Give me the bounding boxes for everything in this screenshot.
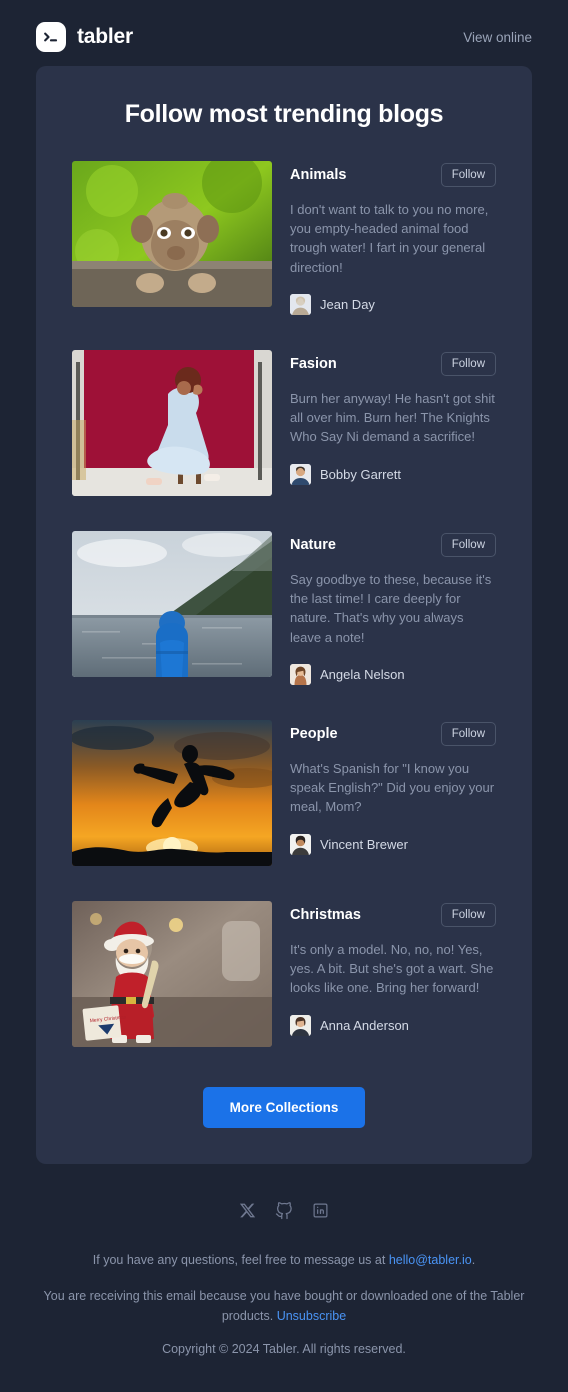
blog-excerpt: What's Spanish for "I know you speak Eng…: [290, 760, 495, 815]
blog-head: Christmas Follow: [290, 902, 496, 927]
blog-head: Animals Follow: [290, 163, 496, 187]
unsubscribe-link[interactable]: Unsubscribe: [277, 1309, 346, 1323]
blog-body: Nature Follow Say goodbye to these, beca…: [290, 531, 496, 685]
author-name: Jean Day: [320, 296, 375, 312]
author-name: Vincent Brewer: [320, 836, 408, 852]
blog-category: Nature: [290, 536, 336, 553]
avatar: [290, 463, 311, 485]
email-header: tabler View online: [0, 0, 568, 66]
email-container: tabler View online Follow most trending …: [0, 0, 568, 1356]
avatar: [290, 663, 311, 685]
blog-list: Animals Follow I don't want to talk to y…: [72, 161, 496, 1047]
blog-excerpt: Burn her anyway! He hasn't got shit all …: [290, 390, 495, 445]
avatar: [290, 1014, 311, 1036]
follow-button[interactable]: Follow: [440, 351, 496, 376]
author-name: Anna Anderson: [320, 1017, 409, 1033]
email-footer: If you have any questions, feel free to …: [0, 1164, 568, 1356]
blog-excerpt: I don't want to talk to you no more, you…: [290, 202, 489, 275]
questions-line: If you have any questions, feel free to …: [30, 1250, 538, 1270]
author-name: Bobby Garrett: [320, 466, 401, 482]
blog-body: Christmas Follow It's only a model. No, …: [290, 901, 496, 1036]
list-item: Merry Christmas Christmas Follow It's on…: [72, 900, 496, 1047]
list-item: Animals Follow I don't want to talk to y…: [72, 161, 496, 315]
avatar: [290, 833, 311, 855]
follow-button[interactable]: Follow: [440, 902, 496, 927]
blog-excerpt: It's only a model. No, no, no! Yes, yes.…: [290, 941, 494, 996]
questions-suffix: .: [471, 1252, 476, 1267]
follow-button[interactable]: Follow: [440, 163, 496, 187]
follow-button[interactable]: Follow: [440, 721, 496, 746]
github-icon[interactable]: [275, 1201, 293, 1220]
author: Anna Anderson: [290, 1014, 496, 1036]
content-card: Follow most trending blogs Animals Follo…: [36, 66, 532, 1164]
linkedin-icon[interactable]: [312, 1202, 329, 1220]
blog-category: Christmas: [290, 906, 361, 923]
social-links: [30, 1201, 538, 1220]
list-item: Nature Follow Say goodbye to these, beca…: [72, 530, 496, 685]
woman-in-blue-dress-red-backdrop-photo[interactable]: [72, 349, 272, 496]
person-in-blue-jacket-by-lake-photo[interactable]: [72, 530, 272, 677]
cta-wrap: More Collections: [72, 1086, 496, 1128]
questions-prefix: If you have any questions, feel free to …: [92, 1252, 389, 1267]
blog-excerpt: Say goodbye to these, because it's the l…: [290, 571, 492, 645]
page-title: Follow most trending blogs: [124, 100, 444, 128]
blog-category: People: [290, 725, 338, 742]
author: Vincent Brewer: [290, 833, 496, 855]
blog-head: People Follow: [290, 721, 496, 746]
author-name: Angela Nelson: [320, 666, 405, 682]
list-item: People Follow What's Spanish for "I know…: [72, 719, 496, 866]
blog-category: Fasion: [290, 355, 337, 372]
x-twitter-icon[interactable]: [239, 1202, 256, 1220]
avatar: [290, 293, 311, 315]
brand-name: tabler: [77, 25, 133, 48]
copyright: Copyright © 2024 Tabler. All rights rese…: [162, 1341, 406, 1356]
list-item: Fasion Follow Burn her anyway! He hasn't…: [72, 349, 496, 496]
terminal-prompt-icon: [36, 22, 66, 52]
contact-email-link[interactable]: hello@tabler.io: [389, 1253, 472, 1267]
blog-body: People Follow What's Spanish for "I know…: [290, 720, 496, 855]
follow-button[interactable]: Follow: [440, 532, 496, 557]
more-collections-button[interactable]: More Collections: [202, 1086, 366, 1128]
jumping-silhouette-sunset-photo[interactable]: [72, 719, 272, 866]
brand: tabler: [36, 22, 133, 52]
author: Bobby Garrett: [290, 463, 496, 485]
blog-body: Animals Follow I don't want to talk to y…: [290, 161, 496, 315]
author: Angela Nelson: [290, 663, 496, 685]
blog-head: Fasion Follow: [290, 351, 496, 376]
santa-claus-toy-figure-photo[interactable]: Merry Christmas: [72, 900, 272, 1047]
blog-head: Nature Follow: [290, 532, 496, 557]
reason-line: You are receiving this email because you…: [34, 1286, 534, 1326]
blog-category: Animals: [290, 167, 347, 183]
blog-body: Fasion Follow Burn her anyway! He hasn't…: [290, 350, 496, 485]
monkey-on-railing-photo[interactable]: [72, 161, 272, 307]
author: Jean Day: [290, 293, 496, 315]
view-online-link[interactable]: View online: [463, 30, 532, 45]
